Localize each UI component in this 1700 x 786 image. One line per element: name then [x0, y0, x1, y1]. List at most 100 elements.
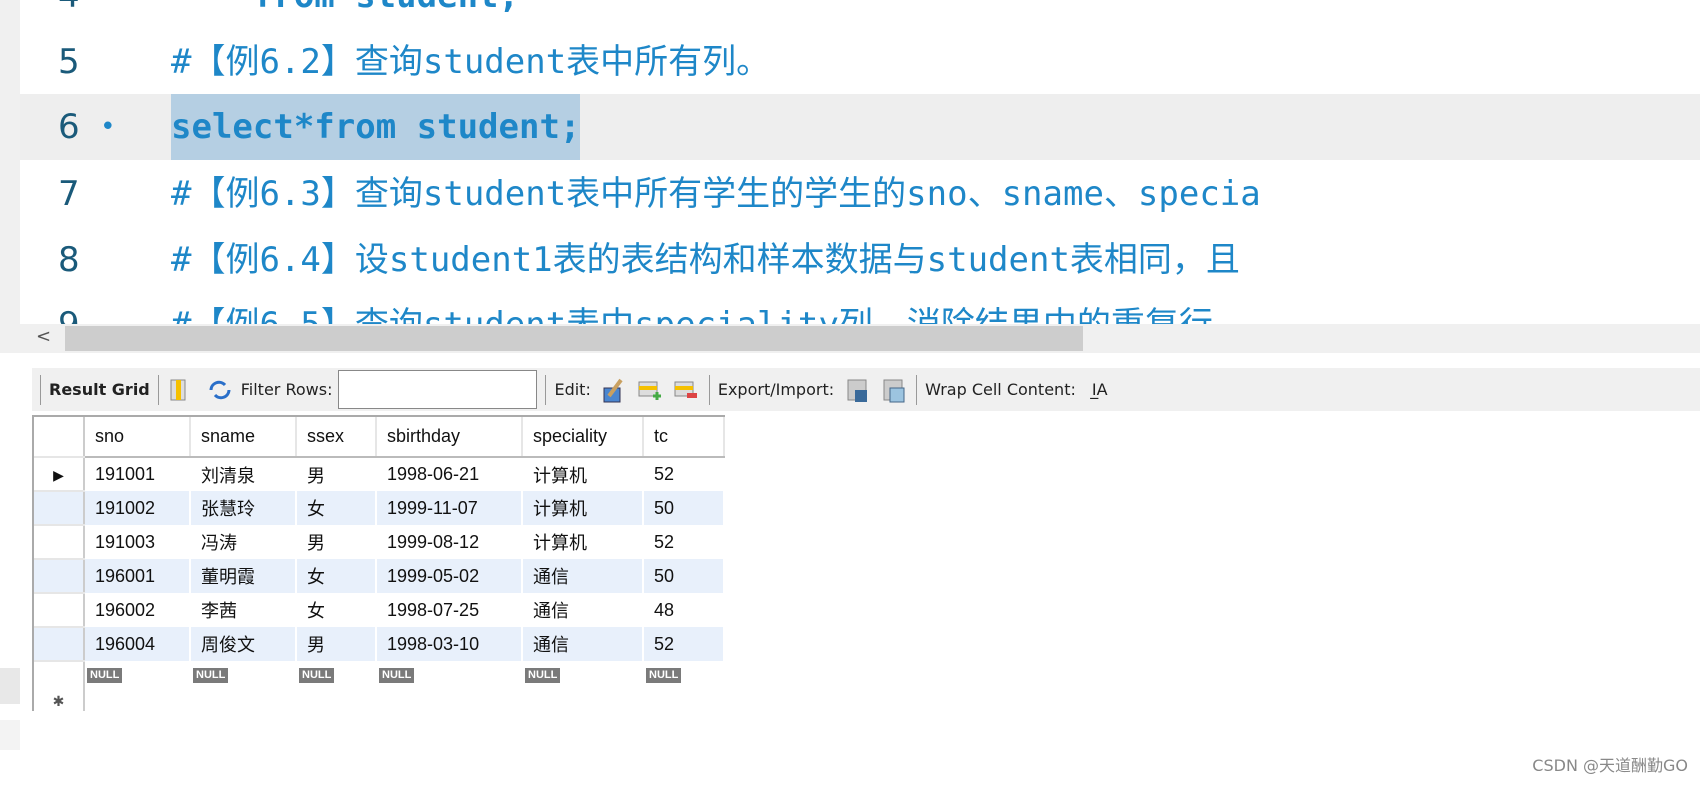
null-badge: NULL [193, 668, 229, 683]
cell-ssex[interactable]: 女 [296, 491, 377, 525]
null-badge: NULL [87, 668, 123, 683]
column-header-sno[interactable]: sno [84, 417, 191, 458]
divider [708, 374, 710, 405]
sql-statement: select*from student; [171, 107, 581, 147]
cell-sno[interactable]: NULL [84, 661, 191, 711]
cell-speciality[interactable]: 计算机 [522, 457, 644, 491]
column-header-speciality[interactable]: speciality [522, 417, 644, 458]
cell-speciality[interactable]: 计算机 [522, 491, 644, 525]
cell-sno[interactable]: 191002 [84, 491, 191, 525]
cell-tc[interactable]: 52 [643, 627, 725, 661]
cell-ssex[interactable]: 男 [296, 627, 377, 661]
column-header-ssex[interactable]: ssex [296, 417, 377, 458]
side-panel-strip [0, 668, 20, 704]
divider [40, 374, 41, 405]
cell-sbirthday[interactable]: 1999-08-12 [376, 525, 523, 559]
cell-speciality[interactable]: 计算机 [522, 525, 644, 559]
cell-tc[interactable]: 50 [643, 559, 725, 593]
cell-ssex[interactable]: 女 [296, 559, 377, 593]
wrap-cell-icon[interactable]: I̲A [1092, 378, 1114, 402]
code-text: from student; [171, 0, 519, 29]
edit-pencil-icon[interactable] [601, 378, 623, 402]
filter-rows-input[interactable] [338, 370, 538, 409]
column-header-tc[interactable]: tc [643, 417, 725, 458]
table-row[interactable]: 191003 冯涛男 1999-08-12 计算机 52 [34, 525, 725, 560]
cell-sno[interactable]: 191003 [84, 525, 191, 559]
cell-sbirthday[interactable]: NULL [376, 661, 523, 711]
delete-row-icon[interactable] [673, 378, 697, 402]
cell-tc[interactable]: NULL [643, 661, 725, 711]
cell-ssex[interactable]: 男 [296, 525, 377, 559]
cell-tc[interactable]: 48 [643, 593, 725, 627]
cell-speciality[interactable]: 通信 [522, 627, 644, 661]
row-header[interactable] [34, 593, 85, 628]
filter-rows-label: Filter Rows: [240, 380, 333, 399]
wrap-cell-label: Wrap Cell Content: [925, 380, 1076, 399]
code-line: 5 #【例6.2】查询student表中所有列。 [20, 29, 1700, 95]
cell-sno[interactable]: 196001 [84, 559, 191, 593]
code-line: 4 from student; [20, 0, 1700, 29]
cell-ssex[interactable]: 女 [296, 593, 377, 627]
new-row[interactable]: ✱ NULL NULL NULL NULL NULL NULL [34, 661, 725, 711]
cell-sno[interactable]: 196002 [84, 593, 191, 627]
null-badge: NULL [299, 668, 335, 683]
line-number: 7 [58, 174, 80, 214]
export-import-label: Export/Import: [717, 380, 835, 399]
watermark: CSDN @天道酬勤GO [1532, 756, 1688, 775]
sql-editor[interactable]: 4 from student; 5 #【例6.2】查询student表中所有列。… [20, 0, 1700, 324]
cell-sname[interactable]: 董明霞 [190, 559, 297, 593]
cell-sname[interactable]: NULL [190, 661, 297, 711]
cell-ssex[interactable]: NULL [296, 661, 377, 711]
scrollbar-thumb[interactable] [65, 326, 1083, 351]
row-header[interactable] [34, 559, 85, 594]
import-icon[interactable] [882, 378, 905, 402]
cell-speciality[interactable]: NULL [522, 661, 644, 711]
row-header[interactable] [34, 627, 85, 662]
cell-sname[interactable]: 李茜 [190, 593, 297, 627]
table-row[interactable]: 196001 董明霞女 1999-05-02 通信 50 [34, 559, 725, 594]
column-header-sbirthday[interactable]: sbirthday [376, 417, 523, 458]
row-header[interactable] [34, 525, 85, 560]
cell-tc[interactable]: 52 [643, 457, 725, 491]
cell-tc[interactable]: 52 [643, 525, 725, 559]
cell-sbirthday[interactable]: 1998-06-21 [376, 457, 523, 491]
cell-speciality[interactable]: 通信 [522, 559, 644, 593]
column-header-sname[interactable]: sname [190, 417, 297, 458]
cell-sname[interactable]: 张慧玲 [190, 491, 297, 525]
code-comment: #【例6.5】查询student表中speciality列，消除结果中的重复行 [171, 292, 1213, 324]
add-row-icon[interactable] [637, 378, 661, 402]
cell-sname[interactable]: 周俊文 [190, 627, 297, 661]
cell-ssex[interactable]: 男 [296, 457, 377, 491]
cell-sno[interactable]: 196004 [84, 627, 191, 661]
line-number: 4 [58, 0, 118, 29]
cell-sbirthday[interactable]: 1999-05-02 [376, 559, 523, 593]
horizontal-scrollbar[interactable]: < [20, 324, 1700, 353]
cell-sname[interactable]: 刘清泉 [190, 457, 297, 491]
cell-sbirthday[interactable]: 1998-03-10 [376, 627, 523, 661]
cell-tc[interactable]: 50 [643, 491, 725, 525]
code-line-current: 6 • select*from student; [20, 94, 1700, 160]
cell-sbirthday[interactable]: 1998-07-25 [376, 593, 523, 627]
table-row[interactable]: 196002 李茜女 1998-07-25 通信 48 [34, 593, 725, 628]
current-row-arrow-icon: ▶ [53, 466, 64, 483]
row-header-corner [34, 417, 85, 458]
line-number: 5 [58, 42, 80, 82]
new-row-header[interactable]: ✱ [34, 661, 85, 711]
export-icon[interactable] [846, 378, 868, 402]
row-header[interactable] [34, 491, 85, 526]
table-row[interactable]: 196004 周俊文男 1998-03-10 通信 52 [34, 627, 725, 662]
table-row[interactable]: ▶ 191001 刘清泉男 1998-06-21 计算机 52 [34, 457, 725, 492]
result-grid-tab[interactable]: Result Grid [49, 380, 150, 399]
row-header[interactable]: ▶ [34, 457, 85, 492]
table-row[interactable]: 191002 张慧玲女 1999-11-07 计算机 50 [34, 491, 725, 526]
cell-sbirthday[interactable]: 1999-11-07 [376, 491, 523, 525]
refresh-icon[interactable] [207, 378, 231, 402]
grid-view-icon[interactable] [167, 378, 189, 402]
result-grid[interactable]: sno sname ssex sbirthday speciality tc ▶… [32, 415, 725, 711]
cell-speciality[interactable]: 通信 [522, 593, 644, 627]
new-row-asterisk-icon: ✱ [52, 693, 65, 709]
null-badge: NULL [646, 668, 682, 683]
cell-sno[interactable]: 191001 [84, 457, 191, 491]
scroll-left-arrow[interactable]: < [36, 326, 51, 347]
cell-sname[interactable]: 冯涛 [190, 525, 297, 559]
